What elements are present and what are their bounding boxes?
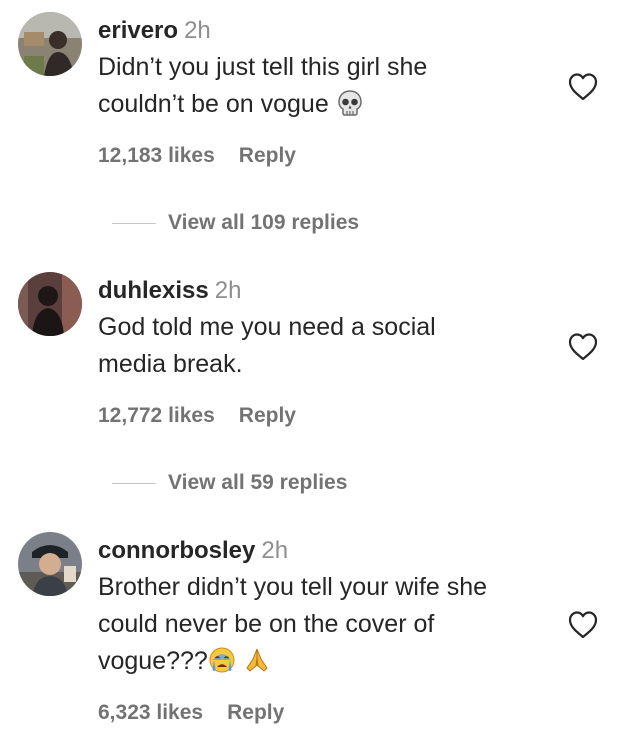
comment-text-line: Didn’t you just tell this girl she	[98, 53, 428, 81]
crying-face-emoji-icon	[208, 646, 236, 674]
comment-header: duhlexiss 2h	[98, 276, 241, 306]
avatar[interactable]	[18, 12, 82, 76]
view-replies-button[interactable]: View all 109 replies	[112, 208, 359, 238]
folded-hands-emoji-icon	[243, 646, 271, 674]
comment-text: Brother didn’t you tell your wife she co…	[98, 569, 558, 680]
avatar-image	[18, 12, 82, 76]
username[interactable]: connorbosley	[98, 537, 255, 564]
timestamp: 2h	[184, 17, 211, 44]
comment-text-line: Brother didn’t you tell your wife she	[98, 573, 488, 601]
view-replies-label: View all 109 replies	[168, 211, 360, 234]
heart-outline-icon[interactable]	[566, 330, 600, 364]
heart-outline-icon[interactable]	[566, 70, 600, 104]
likes-count[interactable]: 6,323 likes	[98, 701, 203, 724]
avatar-image	[18, 532, 82, 596]
comment-text-line: could never be on the cover of	[98, 610, 435, 638]
view-replies-button[interactable]: View all 59 replies	[112, 468, 347, 498]
comment-text-fragment: vogue???	[98, 647, 208, 675]
heart-outline-icon[interactable]	[566, 608, 600, 642]
comment-text-line: God told me you need a social	[98, 313, 436, 341]
comment-text-fragment: couldn’t be on vogue	[98, 90, 329, 118]
reply-button[interactable]: Reply	[239, 404, 296, 427]
reply-button[interactable]: Reply	[227, 701, 284, 724]
avatar[interactable]	[18, 272, 82, 336]
divider-line	[112, 222, 156, 224]
comment-header: erivero 2h	[98, 16, 211, 46]
timestamp: 2h	[261, 537, 289, 564]
username[interactable]: erivero	[98, 17, 178, 44]
comment-meta: 6,323 likes Reply	[98, 701, 284, 725]
avatar-image	[18, 272, 82, 336]
comment-meta: 12,183 likes Reply	[98, 144, 296, 168]
timestamp: 2h	[214, 277, 242, 304]
divider-line	[112, 482, 156, 484]
comment-text-line: vogue???	[98, 643, 558, 680]
likes-count[interactable]: 12,183 likes	[98, 144, 215, 167]
view-replies-label: View all 59 replies	[168, 471, 348, 494]
likes-count[interactable]: 12,772 likes	[98, 404, 215, 427]
comment-header: connorbosley 2h	[98, 536, 288, 566]
username[interactable]: duhlexiss	[98, 277, 209, 304]
avatar[interactable]	[18, 532, 82, 596]
comment-meta: 12,772 likes Reply	[98, 404, 296, 428]
reply-button[interactable]: Reply	[239, 144, 296, 167]
comment-text: God told me you need a social media brea…	[98, 309, 548, 383]
skull-emoji-icon	[336, 89, 364, 117]
comment-text: Didn’t you just tell this girl she could…	[98, 49, 548, 123]
comment-text-line: media break.	[98, 350, 243, 378]
comment-text-line: couldn’t be on vogue	[98, 86, 548, 123]
